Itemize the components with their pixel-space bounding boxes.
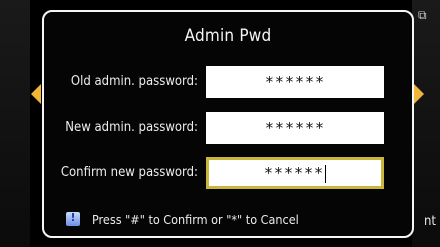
new-password-row: New admin. password: ****** (44, 112, 416, 144)
confirm-password-value: ****** (263, 164, 325, 182)
old-password-field[interactable]: ****** (206, 66, 384, 98)
hint-text: Press "#" to Confirm or "*" to Cancel (92, 212, 299, 227)
new-password-label: New admin. password: (65, 120, 198, 135)
window-icon: ⧉ (418, 8, 427, 22)
confirm-password-row: Confirm new password: ****** (44, 157, 416, 189)
admin-password-dialog: Admin Pwd Old admin. password: ****** Ne… (42, 10, 414, 238)
background-left-panel (0, 0, 30, 247)
text-cursor (325, 164, 327, 183)
confirm-password-label: Confirm new password: (60, 165, 198, 180)
old-password-label: Old admin. password: (70, 74, 198, 89)
new-password-field[interactable]: ****** (206, 112, 384, 144)
dialog-title: Admin Pwd (184, 26, 272, 46)
nav-left-arrow-icon[interactable] (31, 84, 41, 104)
background-menu-text: nt (424, 214, 436, 229)
info-icon (66, 211, 80, 226)
confirm-password-field[interactable]: ****** (206, 157, 384, 189)
old-password-row: Old admin. password: ****** (44, 66, 416, 98)
hint-bar: Press "#" to Confirm or "*" to Cancel (66, 211, 299, 227)
screen: ⧉ nt Admin Pwd Old admin. password: ****… (0, 0, 440, 247)
background-right-panel (412, 0, 440, 247)
